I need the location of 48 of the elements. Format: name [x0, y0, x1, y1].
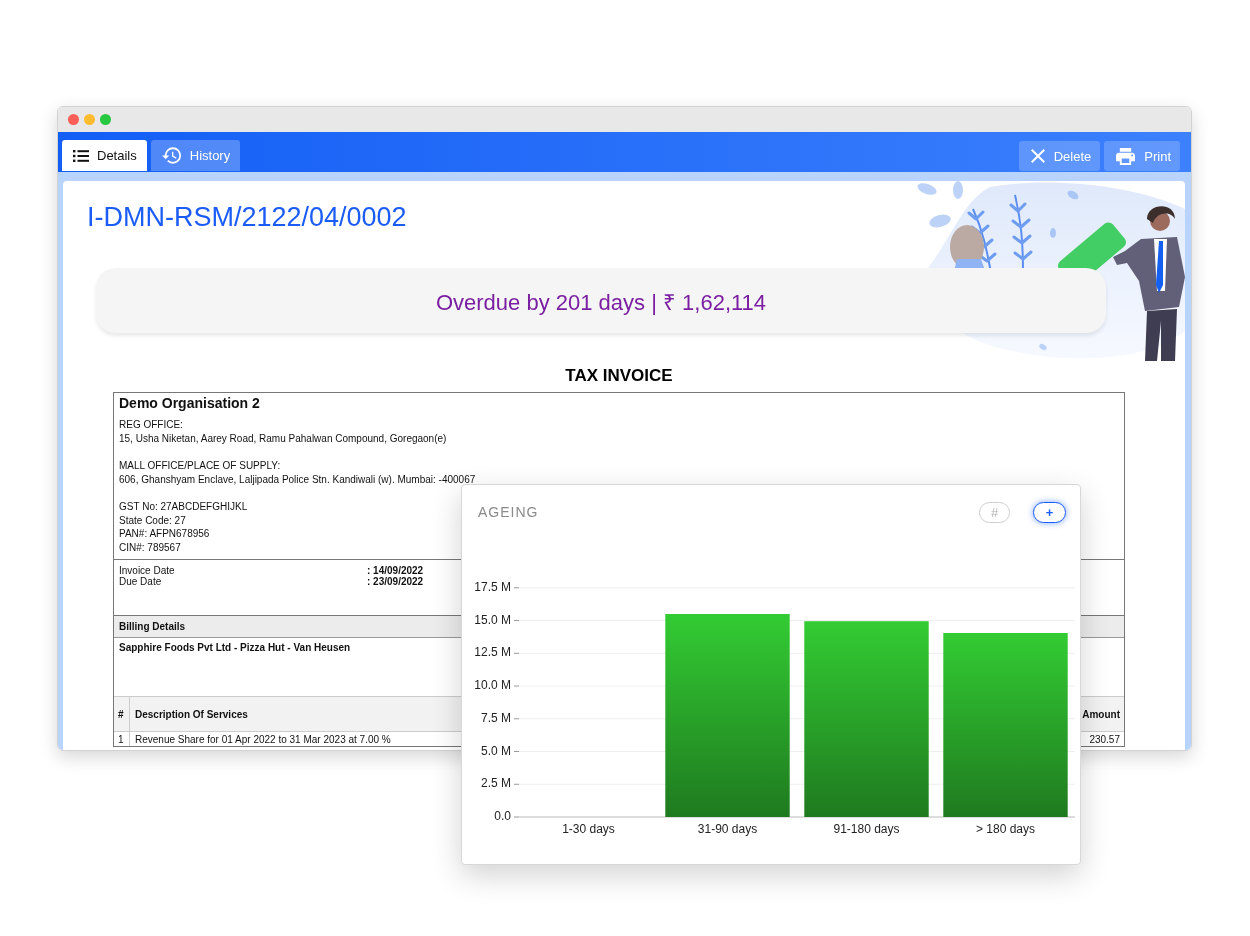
- axis-label: 91-180 days: [833, 822, 900, 837]
- office-label: MALL OFFICE/PLACE OF SUPPLY:: [119, 459, 281, 473]
- registration-detail: GST No: 27ABCDEFGHIJKL: [119, 500, 248, 514]
- printer-icon: [1116, 147, 1136, 165]
- axis-label: 17.5 M: [474, 579, 511, 594]
- invoice-number: I-DMN-RSM/2122/04/0002: [87, 201, 407, 233]
- close-window-icon[interactable]: [68, 114, 79, 125]
- date-label: Due Date: [119, 576, 162, 587]
- invoice-heading: TAX INVOICE: [564, 366, 674, 386]
- history-icon: [161, 147, 182, 164]
- organisation-name: Demo Organisation 2: [119, 395, 260, 412]
- axis-label: 12.5 M: [474, 645, 511, 660]
- office-address: 15, Usha Niketan, Aarey Road, Ramu Pahalwan Compound, Goregaon(e): [119, 431, 447, 445]
- tab[interactable]: Details: [62, 140, 147, 171]
- chart-title: AGEING: [478, 504, 539, 520]
- tab[interactable]: History: [150, 140, 241, 171]
- registration-detail: CIN#: 789567: [119, 540, 181, 554]
- column-header: #: [118, 708, 124, 720]
- cross-icon: [1030, 149, 1045, 163]
- column-header: Amount: [1082, 708, 1120, 720]
- office-address: 606, Ghanshyam Enclave, Laljipada Police Stn. Kandiwali (w). Mumbai: -400067: [119, 472, 476, 486]
- axis-label: 2.5 M: [481, 776, 511, 791]
- axis-label: 10.0 M: [474, 678, 511, 693]
- toggle-button[interactable]: #: [979, 501, 1010, 523]
- axis-label: 0.0: [494, 809, 511, 824]
- table-cell: 230.57: [1089, 733, 1120, 746]
- registration-detail: State Code: 27: [119, 513, 186, 527]
- overdue-status-banner: Overdue by 201 days | ₹ 1,62,114: [96, 268, 1106, 333]
- axis-label: 31-90 days: [697, 822, 758, 837]
- axis-label: 1-30 days: [562, 822, 615, 837]
- table-cell: 1: [118, 733, 124, 746]
- axis-label: 7.5 M: [481, 710, 511, 725]
- date-value: : 14/09/2022: [367, 565, 424, 576]
- office-label: REG OFFICE:: [119, 418, 183, 432]
- axis-label: 5.0 M: [481, 743, 511, 758]
- column-header: Description Of Services: [135, 708, 248, 720]
- table-cell: Revenue Share for 01 Apr 2022 to 31 Mar 2023 at 7.00 %: [135, 733, 391, 746]
- delete-button[interactable]: Delete: [1018, 141, 1101, 171]
- axis-label: > 180 days: [976, 822, 1035, 837]
- date-value: : 23/09/2022: [367, 576, 424, 587]
- print-button[interactable]: Print: [1104, 141, 1180, 171]
- toggle-button[interactable]: +: [1033, 501, 1066, 523]
- registration-detail: PAN#: AFPN678956: [119, 527, 210, 541]
- minimize-window-icon[interactable]: [84, 114, 95, 125]
- list-icon: [73, 149, 89, 162]
- date-label: Invoice Date: [119, 565, 175, 576]
- billing-party-name: Sapphire Foods Pvt Ltd - Pizza Hut - Van Heusen: [119, 642, 351, 654]
- zoom-window-icon[interactable]: [100, 114, 111, 125]
